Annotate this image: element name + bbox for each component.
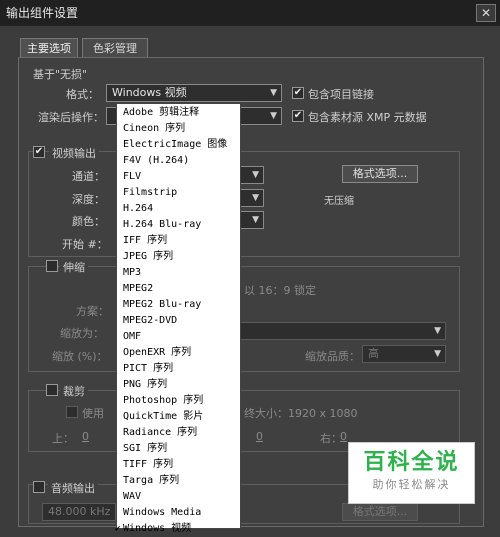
- format-label: 格式：: [66, 88, 99, 101]
- menu-item-mpeg2[interactable]: MPEG2: [117, 281, 240, 297]
- menu-item-cineon[interactable]: Cineon 序列: [117, 121, 240, 137]
- audio-format-options-button[interactable]: 格式选项...: [342, 503, 418, 521]
- menu-item-h264-bluray[interactable]: H.264 Blu-ray: [117, 217, 240, 233]
- crop-use-label: 使用: [82, 407, 104, 420]
- stretch-to-label: 缩放为：: [60, 327, 104, 340]
- crop-use-checkbox[interactable]: [66, 406, 78, 418]
- chevron-down-icon: ▼: [252, 193, 259, 203]
- crop-right-value[interactable]: 0: [340, 430, 347, 443]
- stretch-label: 伸缩: [60, 259, 88, 275]
- final-size-text: 终大小：1920 x 1080: [244, 407, 358, 420]
- sample-rate-select[interactable]: 48.000 kHz: [42, 503, 116, 521]
- group-title: 基于"无损": [33, 68, 88, 81]
- audio-output-checkbox[interactable]: [33, 481, 45, 493]
- menu-item-mpeg2-dvd[interactable]: MPEG2-DVD: [117, 313, 240, 329]
- include-xmp-label: 包含素材源 XMP 元数据: [308, 111, 427, 124]
- video-output-checkbox[interactable]: ✔: [33, 146, 45, 158]
- close-icon: ✕: [480, 6, 492, 20]
- color-label: 颜色：: [72, 215, 105, 228]
- watermark-subtitle: 助你轻松解决: [372, 478, 451, 491]
- menu-item-filmstrip[interactable]: Filmstrip: [117, 185, 240, 201]
- menu-item-mp3[interactable]: MP3: [117, 265, 240, 281]
- stretch-checkbox[interactable]: [46, 260, 58, 272]
- menu-item-h264[interactable]: H.264: [117, 201, 240, 217]
- menu-item-radiance[interactable]: Radiance 序列: [117, 425, 240, 441]
- menu-item-quicktime[interactable]: QuickTime 影片: [117, 409, 240, 425]
- tab-color-management[interactable]: 色彩管理: [82, 38, 148, 58]
- ratio-lock-text: 以 16：9 锁定: [244, 284, 316, 297]
- channels-label: 通道：: [72, 170, 105, 183]
- tab-main-options-label: 主要选项: [27, 42, 71, 55]
- menu-item-electricimage[interactable]: ElectricImage 图像: [117, 137, 240, 153]
- menu-item-photoshop[interactable]: Photoshop 序列: [117, 393, 240, 409]
- menu-item-f4v[interactable]: F4V (H.264): [117, 153, 240, 169]
- tab-main-options[interactable]: 主要选项: [20, 38, 78, 58]
- crop-bottom-value[interactable]: 0: [256, 430, 263, 443]
- menu-item-flv[interactable]: FLV: [117, 169, 240, 185]
- watermark-logo: 百科全说 助你轻松解决: [348, 442, 475, 504]
- check-icon: ✔: [293, 87, 303, 98]
- compression-text: 无压缩: [324, 196, 354, 207]
- menu-item-adobe-clip-notes[interactable]: Adobe 剪辑注释: [117, 105, 240, 121]
- include-xmp-checkbox[interactable]: ✔: [292, 110, 304, 122]
- depth-select[interactable]: ▼: [240, 189, 264, 207]
- tab-color-management-label: 色彩管理: [93, 42, 137, 55]
- menu-item-jpeg[interactable]: JPEG 序列: [117, 249, 240, 265]
- post-render-label: 渲染后操作：: [38, 111, 104, 124]
- menu-item-targa[interactable]: Targa 序列: [117, 473, 240, 489]
- menu-item-omf[interactable]: OMF: [117, 329, 240, 345]
- include-project-link-checkbox[interactable]: ✔: [292, 87, 304, 99]
- menu-item-pict[interactable]: PICT 序列: [117, 361, 240, 377]
- menu-item-wav[interactable]: WAV: [117, 489, 240, 505]
- menu-item-png[interactable]: PNG 序列: [117, 377, 240, 393]
- video-format-options-button[interactable]: 格式选项...: [342, 165, 418, 183]
- quality-select[interactable]: 高 ▼: [362, 345, 446, 363]
- window-title: 输出组件设置: [6, 6, 79, 20]
- include-project-link-label: 包含项目链接: [308, 88, 374, 101]
- format-dropdown-menu: Adobe 剪辑注释 Cineon 序列 ElectricImage 图像 F4…: [115, 103, 241, 534]
- menu-item-openexr[interactable]: OpenEXR 序列: [117, 345, 240, 361]
- stretch-pct-label: 缩放 (%)：: [52, 350, 108, 363]
- video-output-label: 视频输出: [49, 145, 99, 161]
- chevron-down-icon: ▼: [270, 88, 277, 98]
- chevron-down-icon: ▼: [252, 215, 259, 225]
- audio-format-options-label: 格式选项...: [352, 505, 408, 518]
- menu-item-mpeg2-bluray[interactable]: MPEG2 Blu-ray: [117, 297, 240, 313]
- stretch-to-select[interactable]: ▼: [240, 322, 446, 340]
- quality-value: 高: [368, 347, 379, 360]
- start-label: 开始 #：: [62, 238, 108, 251]
- format-select-value: Windows 视频: [112, 86, 187, 99]
- menu-item-sgi[interactable]: SGI 序列: [117, 441, 240, 457]
- close-button[interactable]: ✕: [476, 4, 496, 22]
- chevron-down-icon: ▼: [270, 111, 277, 121]
- check-icon: ✔: [34, 146, 44, 157]
- channels-select[interactable]: ▼: [240, 166, 264, 184]
- menu-item-windows-video[interactable]: ✔ Windows 视频: [115, 521, 240, 537]
- chevron-down-icon: ▼: [434, 349, 441, 359]
- menu-item-iff[interactable]: IFF 序列: [117, 233, 240, 249]
- crop-top-label: 上：: [52, 432, 74, 445]
- window-title-bar: 输出组件设置: [0, 0, 500, 26]
- chevron-down-icon: ▼: [252, 170, 259, 180]
- chevron-down-icon: ▼: [434, 326, 441, 336]
- format-select[interactable]: Windows 视频 ▼: [106, 84, 282, 102]
- crop-right-label: 右：: [320, 432, 342, 445]
- crop-top-value[interactable]: 0: [82, 430, 89, 443]
- sample-rate-value: 48.000 kHz: [48, 505, 111, 518]
- video-format-options-label: 格式选项...: [352, 167, 408, 180]
- color-select[interactable]: ▼: [240, 211, 264, 229]
- menu-item-tiff[interactable]: TIFF 序列: [117, 457, 240, 473]
- check-icon: ✔: [293, 110, 303, 121]
- check-icon: ✔: [115, 524, 121, 534]
- watermark-title: 百科全说: [363, 450, 460, 475]
- crop-label: 裁剪: [60, 383, 88, 399]
- depth-label: 深度：: [72, 193, 105, 206]
- menu-item-windows-media[interactable]: Windows Media: [117, 505, 240, 521]
- quality-label: 缩放品质：: [305, 350, 360, 363]
- audio-output-label: 音频输出: [48, 480, 98, 496]
- method-label: 方案：: [76, 305, 109, 318]
- crop-checkbox[interactable]: [46, 384, 58, 396]
